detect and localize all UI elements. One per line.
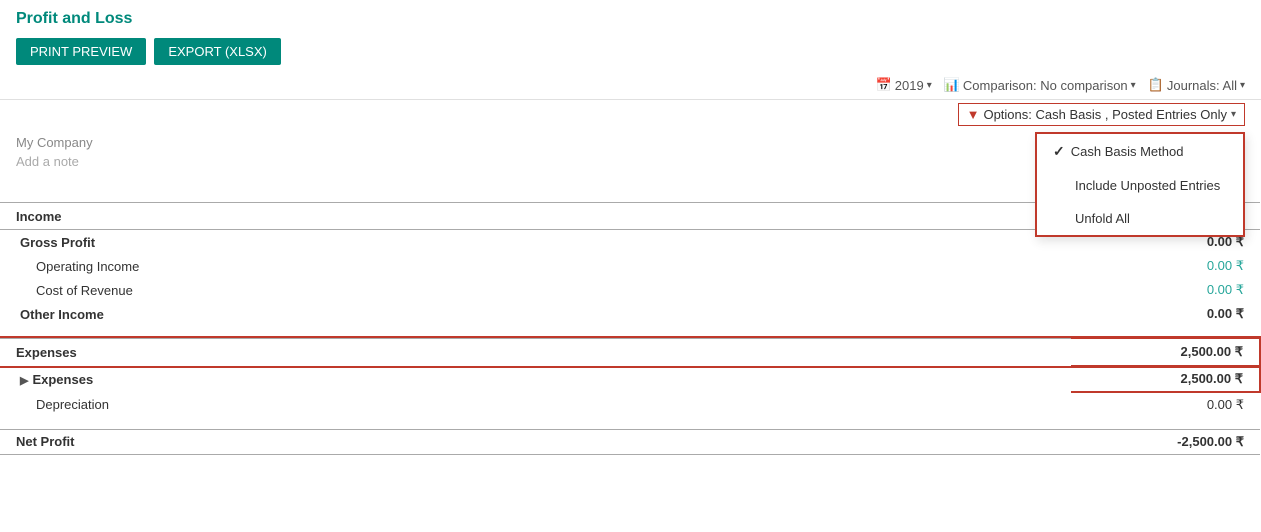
cash-basis-checkmark: ✓ xyxy=(1053,143,1065,160)
expenses-sub-label: ▶Expenses xyxy=(0,366,1071,392)
net-profit-value: -2,500.00 ₹ xyxy=(1071,429,1260,454)
options-dropdown-menu: ✓ Cash Basis Method Include Unposted Ent… xyxy=(1035,132,1245,237)
options-dropdown-arrow: ▾ xyxy=(1231,109,1236,120)
calendar-icon: 📅 xyxy=(876,77,892,93)
table-row: ▶Expenses 2,500.00 ₹ xyxy=(0,366,1260,392)
depreciation-label: Depreciation xyxy=(0,392,1071,417)
comparison-filter[interactable]: 📊 Comparison: No comparison ▾ xyxy=(944,77,1136,93)
expenses-sub-value: 2,500.00 ₹ xyxy=(1071,366,1260,392)
options-bar: ▼ Options: Cash Basis , Posted Entries O… xyxy=(0,100,1261,129)
chart-icon: 📊 xyxy=(944,77,960,93)
funnel-icon: ▼ xyxy=(967,107,980,122)
table-row: Depreciation 0.00 ₹ xyxy=(0,392,1260,417)
expenses-section-value: 2,500.00 ₹ xyxy=(1071,338,1260,366)
journals-dropdown-arrow: ▾ xyxy=(1240,80,1245,91)
depreciation-value: 0.00 ₹ xyxy=(1071,392,1260,417)
options-button[interactable]: ▼ Options: Cash Basis , Posted Entries O… xyxy=(958,103,1245,126)
include-unposted-label: Include Unposted Entries xyxy=(1075,178,1220,193)
net-profit-label: Net Profit xyxy=(0,429,1071,454)
other-income-label: Other Income xyxy=(0,302,1071,326)
other-income-value: 0.00 ₹ xyxy=(1071,302,1260,326)
table-row: Other Income 0.00 ₹ xyxy=(0,302,1260,326)
options-label: Options: Cash Basis , Posted Entries Onl… xyxy=(983,107,1227,122)
cash-basis-label: Cash Basis Method xyxy=(1071,144,1184,159)
cash-basis-method-item[interactable]: ✓ Cash Basis Method xyxy=(1037,134,1243,169)
cost-of-revenue-value: 0.00 ₹ xyxy=(1071,278,1260,302)
year-label: 2019 xyxy=(895,78,924,93)
spacer-row xyxy=(0,326,1260,338)
unfold-all-item[interactable]: Unfold All xyxy=(1037,202,1243,235)
comparison-dropdown-arrow: ▾ xyxy=(1131,80,1136,91)
filters-bar: 📅 2019 ▾ 📊 Comparison: No comparison ▾ 📋… xyxy=(0,73,1261,100)
journal-icon: 📋 xyxy=(1148,77,1164,93)
expenses-section-label: Expenses xyxy=(0,338,1071,366)
comparison-label: Comparison: No comparison xyxy=(963,78,1128,93)
include-unposted-item[interactable]: Include Unposted Entries xyxy=(1037,169,1243,202)
spacer-row xyxy=(0,417,1260,429)
operating-income-label: Operating Income xyxy=(0,254,1071,278)
income-label: Income xyxy=(0,203,1071,230)
journals-filter[interactable]: 📋 Journals: All ▾ xyxy=(1148,77,1245,93)
journals-label: Journals: All xyxy=(1167,78,1237,93)
table-row: Expenses 2,500.00 ₹ xyxy=(0,338,1260,366)
table-row: Net Profit -2,500.00 ₹ xyxy=(0,429,1260,454)
add-note[interactable]: Add a note xyxy=(16,154,93,169)
year-dropdown-arrow: ▾ xyxy=(927,80,932,91)
operating-income-value: 0.00 ₹ xyxy=(1071,254,1260,278)
gross-profit-label: Gross Profit xyxy=(0,230,1071,255)
company-name: My Company xyxy=(16,135,93,150)
unfold-all-label: Unfold All xyxy=(1075,211,1130,226)
table-row: Cost of Revenue 0.00 ₹ xyxy=(0,278,1260,302)
label-col-header xyxy=(0,177,1071,203)
toolbar: PRINT PREVIEW EXPORT (XLSX) xyxy=(0,34,1261,73)
table-row: Operating Income 0.00 ₹ xyxy=(0,254,1260,278)
export-button[interactable]: EXPORT (XLSX) xyxy=(154,38,281,65)
year-filter[interactable]: 📅 2019 ▾ xyxy=(876,77,932,93)
triangle-icon: ▶ xyxy=(20,375,28,387)
print-preview-button[interactable]: PRINT PREVIEW xyxy=(16,38,146,65)
cost-of-revenue-label: Cost of Revenue xyxy=(0,278,1071,302)
page-title: Profit and Loss xyxy=(0,0,1261,34)
